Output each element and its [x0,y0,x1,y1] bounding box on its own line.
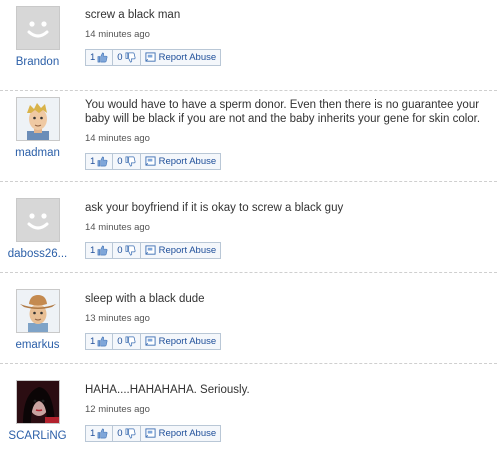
vote-toolbar: 1 0 Report Abuse [85,242,222,259]
username-link[interactable]: Brandon [0,56,75,68]
answer-item: daboss26... ask your boyfriend if it is … [0,182,500,273]
thumbs-down-icon [125,156,136,167]
thumbs-down-icon [125,52,136,63]
answer-timestamp: 14 minutes ago [85,133,150,144]
username-link[interactable]: SCARLiNG [0,430,75,442]
thumbs-up-icon [97,156,108,167]
thumbs-up-icon [97,336,108,347]
answer-body: ask your boyfriend if it is okay to scre… [85,201,492,233]
answer-text: HAHA....HAHAHAHA. Seriously. [85,384,250,396]
answer-item: emarkus sleep with a black dude 13 minut… [0,273,500,364]
flag-icon [145,52,156,63]
thumbs-up-icon [97,428,108,439]
thumbs-down-button[interactable]: 0 [113,426,141,441]
answer-body: HAHA....HAHAHAHA. Seriously. 12 minutes … [85,383,492,415]
answer-item: madman You would have to have a sperm do… [0,91,500,182]
thumbs-up-icon [97,52,108,63]
answer-body: You would have to have a sperm donor. Ev… [85,98,492,144]
thumbs-up-button[interactable]: 1 [86,154,114,169]
report-abuse-button[interactable]: Report Abuse [141,50,221,65]
user-block: madman [0,97,75,159]
default-avatar-icon[interactable] [15,6,60,50]
answer-text: screw a black man [85,9,181,21]
vote-toolbar: 1 0 Report Abuse [85,49,222,66]
thumbs-up-count: 1 [90,245,96,256]
blond-man-avatar-icon[interactable] [15,97,60,141]
username-link[interactable]: madman [0,147,75,159]
user-block: daboss26... [0,198,75,260]
flag-icon [145,428,156,439]
answer-body: sleep with a black dude 13 minutes ago [85,292,492,324]
answer-timestamp: 13 minutes ago [85,313,150,324]
report-abuse-label: Report Abuse [158,245,217,256]
thumbs-up-icon [97,245,108,256]
thumbs-down-count: 0 [117,52,123,63]
report-abuse-label: Report Abuse [158,428,217,439]
photo-avatar-icon[interactable] [15,380,60,424]
report-abuse-label: Report Abuse [158,336,217,347]
thumbs-down-button[interactable]: 0 [113,334,141,349]
report-abuse-button[interactable]: Report Abuse [141,426,221,441]
report-abuse-button[interactable]: Report Abuse [141,243,221,258]
thumbs-up-count: 1 [90,336,96,347]
vote-toolbar: 1 0 Report Abuse [85,333,222,350]
thumbs-up-button[interactable]: 1 [86,334,114,349]
user-block: Brandon [0,6,75,68]
report-abuse-button[interactable]: Report Abuse [141,154,221,169]
vote-toolbar: 1 0 Report Abuse [85,425,222,442]
report-abuse-label: Report Abuse [158,52,217,63]
thumbs-up-button[interactable]: 1 [86,50,114,65]
thumbs-down-icon [125,428,136,439]
thumbs-down-button[interactable]: 0 [113,50,141,65]
answer-text: ask your boyfriend if it is okay to scre… [85,202,344,214]
report-abuse-button[interactable]: Report Abuse [141,334,221,349]
thumbs-down-icon [125,245,136,256]
answer-text: sleep with a black dude [85,293,205,305]
thumbs-down-count: 0 [117,245,123,256]
thumbs-down-icon [125,336,136,347]
thumbs-up-button[interactable]: 1 [86,426,114,441]
thumbs-up-button[interactable]: 1 [86,243,114,258]
thumbs-up-count: 1 [90,156,96,167]
answer-item: Brandon screw a black man 14 minutes ago… [0,0,500,91]
username-link[interactable]: daboss26... [0,248,75,260]
user-block: SCARLiNG [0,380,75,442]
thumbs-down-button[interactable]: 0 [113,154,141,169]
vote-toolbar: 1 0 Report Abuse [85,153,222,170]
username-link[interactable]: emarkus [0,339,75,351]
answer-timestamp: 14 minutes ago [85,29,150,40]
thumbs-down-count: 0 [117,156,123,167]
answer-body: screw a black man 14 minutes ago [85,8,492,40]
flag-icon [145,336,156,347]
thumbs-up-count: 1 [90,428,96,439]
report-abuse-label: Report Abuse [158,156,217,167]
answer-item: SCARLiNG HAHA....HAHAHAHA. Seriously. 12… [0,364,500,456]
thumbs-up-count: 1 [90,52,96,63]
user-block: emarkus [0,289,75,351]
flag-icon [145,245,156,256]
answer-text: You would have to have a sperm donor. Ev… [85,99,481,125]
thumbs-down-button[interactable]: 0 [113,243,141,258]
flag-icon [145,156,156,167]
cowboy-avatar-icon[interactable] [15,289,60,333]
answer-timestamp: 12 minutes ago [85,404,150,415]
thumbs-down-count: 0 [117,336,123,347]
answer-timestamp: 14 minutes ago [85,222,150,233]
default-avatar-icon[interactable] [15,198,60,242]
thumbs-down-count: 0 [117,428,123,439]
